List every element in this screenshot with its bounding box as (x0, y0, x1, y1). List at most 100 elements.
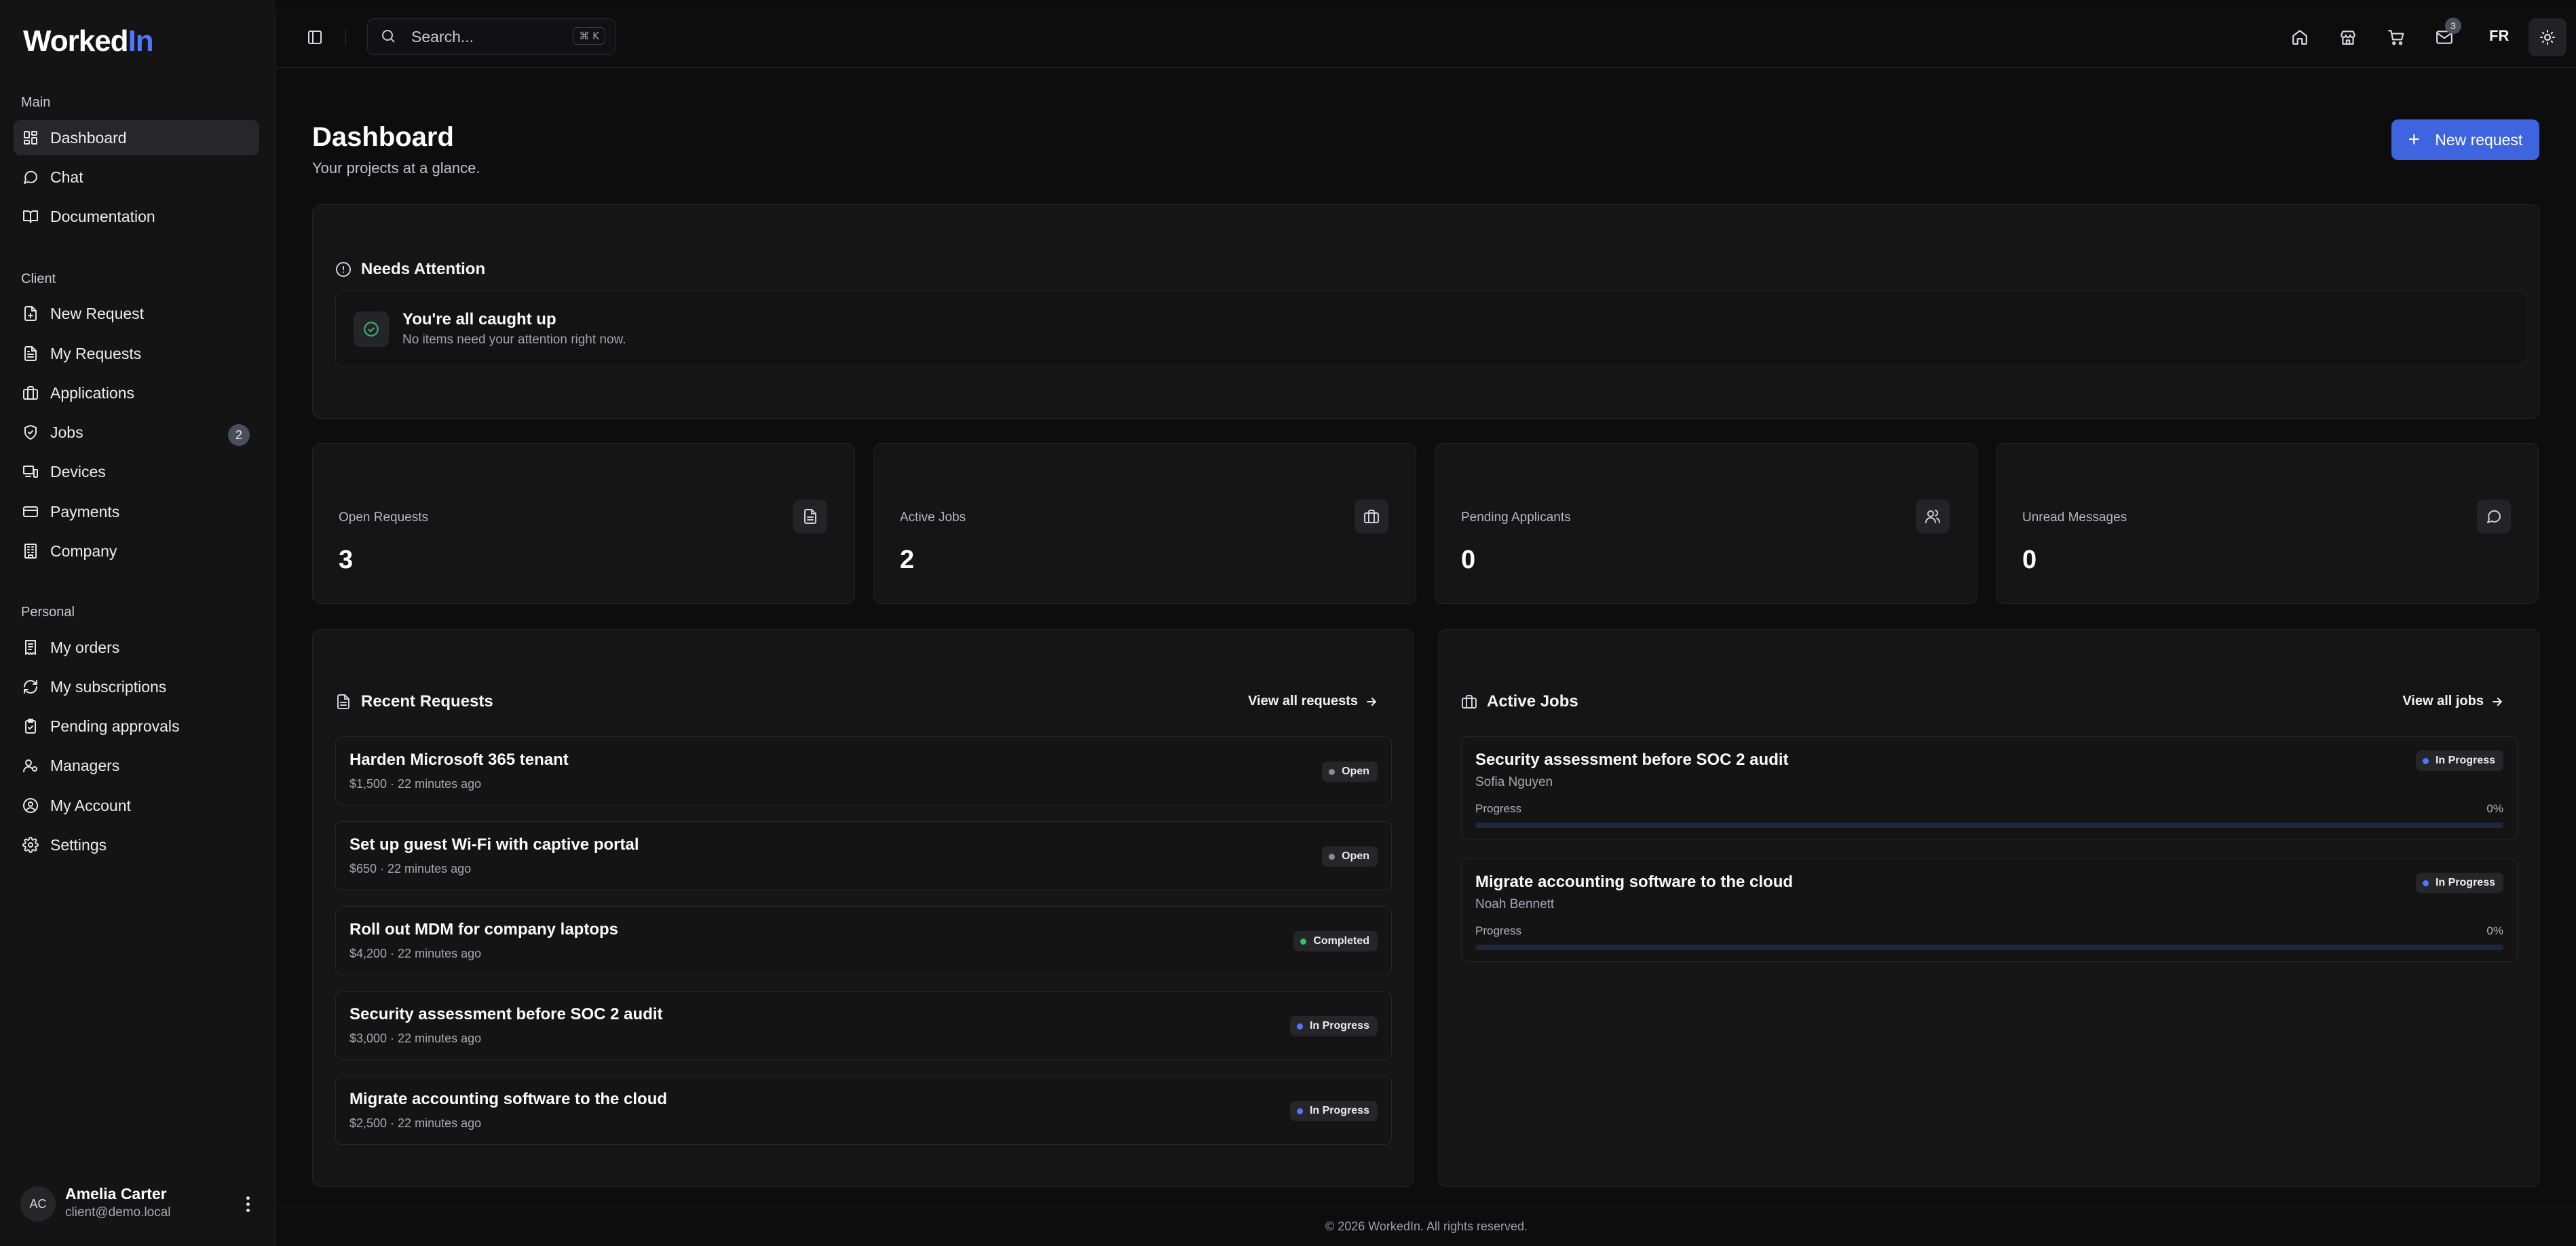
view-all-requests-link[interactable]: View all requests (1248, 694, 1378, 709)
receipt-icon (22, 639, 39, 656)
job-title: Security assessment before SOC 2 audit (1475, 751, 1789, 769)
cart-icon[interactable] (2383, 24, 2409, 50)
needs-attention-panel: Needs Attention You're all caught up No … (312, 204, 2540, 419)
stat-card-pending-applicants[interactable]: Pending Applicants 0 (1435, 443, 1977, 604)
jobs-count-badge: 2 (228, 424, 250, 446)
recent-requests-panel: Recent Requests View all requests Harden… (312, 629, 1414, 1187)
chat-icon (22, 168, 39, 186)
sidebar-item-my-account[interactable]: My Account (14, 788, 259, 823)
briefcase-icon (1355, 499, 1388, 533)
panel-title: Active Jobs (1487, 692, 1578, 711)
status-badge: Open (1322, 761, 1378, 782)
user-menu-icon[interactable] (238, 1190, 258, 1217)
nav-section-client: Client (21, 271, 56, 286)
nav-section-personal: Personal (21, 605, 75, 620)
sidebar-item-my-orders[interactable]: My orders (14, 630, 259, 665)
brand-logo[interactable]: WorkedIn (23, 24, 154, 58)
stat-card-active-jobs[interactable]: Active Jobs 2 (873, 443, 1416, 604)
file-text-icon (337, 694, 349, 709)
search-input[interactable] (411, 27, 561, 46)
status-badge: In Progress (1289, 1101, 1378, 1121)
dashboard-icon (22, 129, 39, 147)
gear-icon (22, 836, 39, 854)
sidebar-item-my-subscriptions[interactable]: My subscriptions (14, 669, 259, 704)
user-profile[interactable]: AC Amelia Carter client@demo.local (20, 1185, 258, 1223)
status-dot (1296, 1108, 1303, 1114)
job-card[interactable]: Migrate accounting software to the cloud… (1461, 858, 2518, 962)
caught-up-text: No items need your attention right now. (402, 333, 626, 347)
progress-label: Progress (1475, 802, 1522, 815)
panel-title: Recent Requests (361, 692, 493, 711)
request-row[interactable]: Harden Microsoft 365 tenant $1,500 · 22 … (335, 736, 1392, 806)
stat-label: Open Requests (339, 510, 429, 525)
sidebar-toggle-icon[interactable] (303, 26, 326, 49)
sidebar-item-payments[interactable]: Payments (14, 494, 259, 529)
sidebar-item-documentation[interactable]: Documentation (14, 199, 259, 234)
request-row[interactable]: Roll out MDM for company laptops $4,200 … (335, 906, 1392, 975)
request-row[interactable]: Security assessment before SOC 2 audit $… (335, 991, 1392, 1060)
sidebar-item-dashboard[interactable]: Dashboard (14, 120, 259, 155)
status-label: In Progress (1309, 1105, 1369, 1116)
sidebar-item-label: Chat (50, 168, 83, 186)
caught-up-card: You're all caught up No items need your … (335, 290, 2526, 366)
request-title: Harden Microsoft 365 tenant (349, 751, 569, 769)
language-switch[interactable]: FR (2489, 27, 2509, 45)
search-box[interactable]: ⌘ K (367, 18, 615, 55)
request-title: Roll out MDM for company laptops (349, 920, 618, 939)
request-title: Migrate accounting software to the cloud (349, 1090, 668, 1108)
mail-icon[interactable]: 3 (2431, 18, 2461, 50)
alert-circle-icon (336, 262, 351, 277)
new-request-button[interactable]: + New request (2391, 119, 2539, 160)
nav-section-main: Main (21, 95, 51, 110)
sidebar-item-applications[interactable]: Applications (14, 375, 259, 411)
sidebar-item-label: My orders (50, 638, 120, 656)
credit-card-icon (22, 503, 39, 521)
theme-toggle-icon[interactable] (2528, 18, 2566, 56)
stat-card-open-requests[interactable]: Open Requests 3 (312, 443, 855, 604)
job-title: Migrate accounting software to the cloud (1475, 873, 1794, 891)
request-title: Set up guest Wi-Fi with captive portal (349, 835, 639, 854)
request-row[interactable]: Set up guest Wi-Fi with captive portal $… (335, 821, 1392, 890)
view-all-jobs-link[interactable]: View all jobs (2402, 694, 2504, 709)
status-badge: In Progress (1289, 1016, 1378, 1036)
users-cog-icon (22, 757, 39, 774)
sidebar-item-label: My subscriptions (50, 677, 167, 696)
status-dot (1300, 938, 1307, 945)
progress-bar (1475, 823, 2503, 828)
sidebar-item-label: Applications (50, 383, 135, 402)
request-meta: $3,000 · 22 minutes ago (349, 1032, 482, 1045)
sidebar-item-new-request[interactable]: New Request (14, 296, 259, 331)
main-content: ⌘ K 3 FR Dashboard Your projects at a gl… (276, 7, 2576, 1246)
request-meta: $1,500 · 22 minutes ago (349, 777, 482, 791)
sidebar-item-my-requests[interactable]: My Requests (14, 336, 259, 371)
store-icon[interactable] (2335, 24, 2361, 50)
sidebar-item-pending-approvals[interactable]: Pending approvals (14, 709, 259, 744)
sidebar-item-managers[interactable]: Managers (14, 748, 259, 783)
request-meta: $2,500 · 22 minutes ago (349, 1116, 482, 1130)
status-dot (2422, 880, 2429, 886)
request-row[interactable]: Migrate accounting software to the cloud… (335, 1076, 1392, 1145)
page-subtitle: Your projects at a glance. (312, 159, 480, 176)
sidebar-item-chat[interactable]: Chat (14, 159, 259, 195)
status-badge: Completed (1293, 931, 1378, 951)
briefcase-icon (1462, 695, 1477, 709)
sidebar-item-settings[interactable]: Settings (14, 827, 259, 863)
user-email: client@demo.local (65, 1205, 171, 1220)
progress-label: Progress (1475, 924, 1522, 937)
job-card[interactable]: Security assessment before SOC 2 audit S… (1461, 736, 2518, 839)
caught-up-title: You're all caught up (402, 310, 556, 328)
sidebar-item-jobs[interactable]: Jobs 2 (14, 415, 259, 450)
stat-card-unread-messages[interactable]: Unread Messages 0 (1996, 443, 2539, 604)
chat-icon (2477, 499, 2511, 533)
sidebar-item-label: Managers (50, 756, 120, 774)
sidebar-item-company[interactable]: Company (14, 533, 259, 569)
sidebar-item-devices[interactable]: Devices (14, 454, 259, 489)
request-title: Security assessment before SOC 2 audit (349, 1005, 663, 1023)
stat-label: Pending Applicants (1461, 510, 1571, 525)
briefcase-icon (22, 384, 39, 402)
sidebar-item-label: Documentation (50, 207, 155, 225)
home-icon[interactable] (2287, 24, 2313, 50)
status-badge: Open (1322, 846, 1378, 867)
status-label: In Progress (2435, 877, 2495, 888)
sidebar-item-label: New Request (50, 304, 145, 322)
